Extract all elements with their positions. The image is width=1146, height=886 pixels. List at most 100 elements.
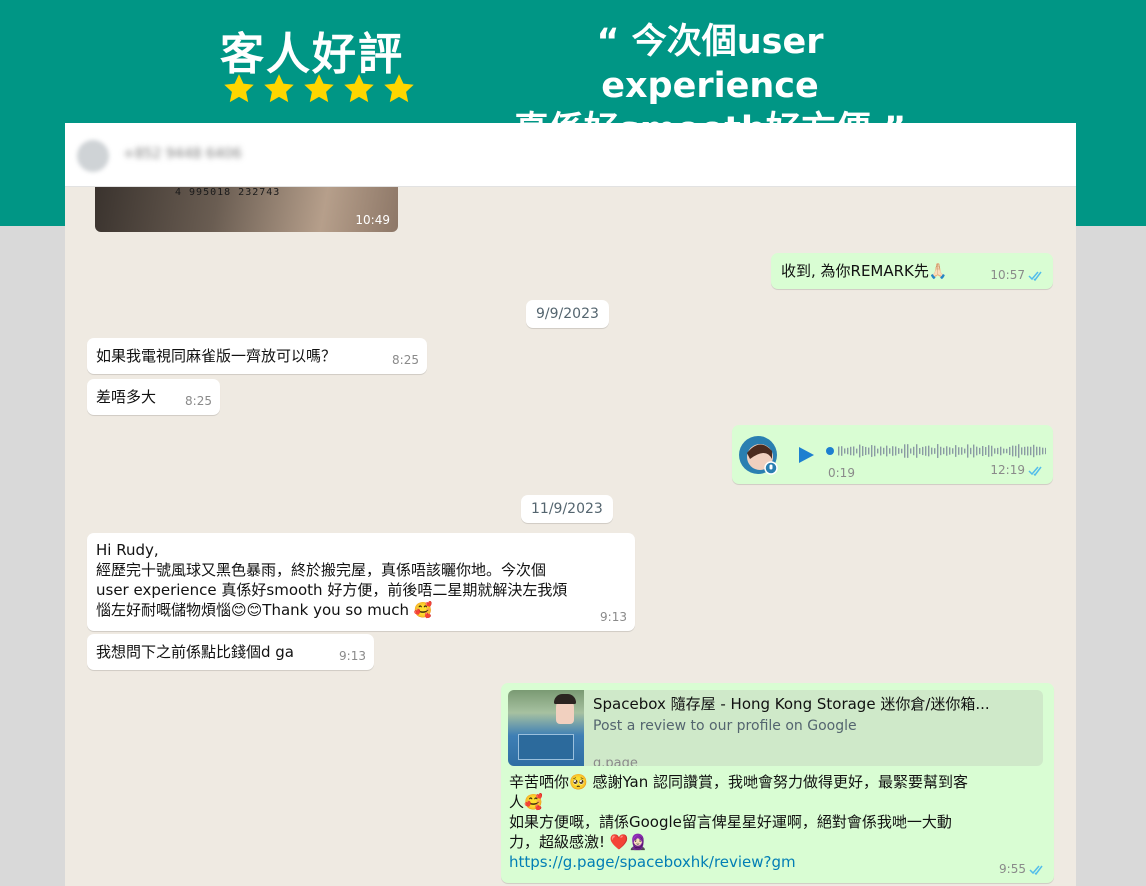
waveform-bar: [991, 445, 993, 457]
play-icon[interactable]: [796, 445, 816, 465]
message-time: 9:13: [600, 610, 627, 624]
voice-avatar-icon: [739, 436, 778, 475]
message-meta: 9:13: [339, 646, 366, 666]
waveform-bar: [892, 446, 894, 456]
waveform-bar: [862, 446, 864, 456]
quote-line: “ 今次個user experience: [596, 22, 824, 106]
message-meta: 8:25: [185, 391, 212, 411]
message-time: 9:13: [339, 649, 366, 663]
message-line: user experience 真係好smooth 好方便，前後唔二星期就解決左…: [96, 581, 568, 599]
message-time: 12:19: [990, 463, 1025, 477]
waveform-bar: [1024, 446, 1026, 456]
message-line: 如果方便嘅，請係Google留言俾星星好運啊，絕對會係我哋一大動: [509, 813, 952, 831]
review-link[interactable]: https://g.page/spaceboxhk/review?gm: [509, 852, 1049, 872]
waveform-bar: [859, 444, 861, 458]
waveform-bar: [1012, 445, 1014, 457]
link-description: Post a review to our profile on Google: [593, 718, 857, 734]
waveform-bar: [886, 445, 888, 457]
waveform-bar: [937, 444, 939, 458]
message-bubble-in[interactable]: 我想問下之前係點比錢個d ga 9:13: [87, 634, 374, 670]
star-icon: [344, 74, 374, 103]
message-time: 10:57: [990, 268, 1025, 282]
waveform-bar: [1036, 446, 1038, 456]
waveform-bar: [1045, 447, 1046, 455]
link-domain: g.page: [593, 756, 638, 766]
waveform-bar: [940, 446, 942, 456]
message-bubble-in[interactable]: 差唔多大 8:25: [87, 379, 220, 415]
waveform-bar: [1003, 448, 1005, 454]
waveform-bar: [1030, 446, 1032, 456]
waveform-bar: [868, 447, 870, 455]
message-time: 10:49: [355, 213, 390, 227]
message-meta: 10:57: [990, 265, 1045, 285]
waveform-bar: [1018, 444, 1020, 458]
waveform-bar: [901, 448, 903, 454]
message-line: 力，超級感激! ❤️🧕🏻: [509, 833, 648, 851]
message-meta: 12:19: [990, 460, 1045, 480]
waveform-bar: [898, 448, 900, 454]
message-text: 我想問下之前係點比錢個d ga: [96, 643, 295, 661]
waveform-bar: [853, 446, 855, 456]
voice-message[interactable]: 0:19 12:19: [732, 425, 1053, 484]
photo-message[interactable]: 4 995018 232743 10:49: [95, 187, 398, 232]
waveform-bar: [838, 446, 840, 456]
waveform-bar: [895, 446, 897, 456]
message-bubble-in[interactable]: 如果我電視同麻雀版一齊放可以嗎？ 8:25: [87, 338, 427, 374]
link-preview[interactable]: Spacebox 隨存屋 - Hong Kong Storage 迷你倉/迷你箱…: [508, 690, 1043, 766]
date-divider: 11/9/2023: [521, 495, 613, 523]
contact-name[interactable]: +852 9448 6406: [123, 146, 242, 162]
waveform-bar: [982, 445, 984, 457]
waveform-bar: [877, 448, 879, 454]
read-ticks-icon: [1028, 466, 1042, 476]
waveform-bar: [889, 448, 891, 454]
waveform-bar: [1021, 447, 1023, 455]
waveform-bar: [985, 446, 987, 456]
waveform-bar: [949, 447, 951, 455]
message-bubble-out[interactable]: 收到, 為你REMARK先🙏🏻 10:57: [771, 253, 1053, 289]
waveform-bar: [865, 446, 867, 456]
waveform-bar: [952, 448, 954, 454]
waveform-bar: [1033, 444, 1035, 458]
waveform-bar: [964, 448, 966, 454]
message-bubble-out[interactable]: Spacebox 隨存屋 - Hong Kong Storage 迷你倉/迷你箱…: [501, 683, 1054, 883]
message-text: 收到, 為你REMARK先🙏🏻: [781, 262, 948, 280]
chat-window[interactable]: +852 9448 6406 4 995018 232743 10:49 收到,…: [65, 123, 1076, 886]
waveform-bar: [913, 446, 915, 456]
waveform-bar: [997, 447, 999, 455]
avatar[interactable]: [77, 140, 109, 172]
waveform-bar: [961, 447, 963, 455]
waveform-bar: [994, 448, 996, 454]
waveform-bar: [883, 447, 885, 455]
waveform-bar: [844, 448, 846, 454]
message-meta: 9:13: [600, 607, 627, 627]
waveform-bar: [934, 448, 936, 454]
star-icon: [264, 74, 294, 103]
message-time: 9:55: [999, 862, 1026, 876]
waveform-bar: [1042, 447, 1044, 455]
star-icon: [224, 74, 254, 103]
waveform-bar: [1039, 446, 1041, 456]
waveform-bar: [841, 446, 843, 456]
waveform-bar: [874, 445, 876, 457]
waveform-bar: [928, 445, 930, 457]
message-bubble-in[interactable]: Hi Rudy, 經歷完十號風球又黑色暴雨，終於搬完屋，真係唔該曬你地。今次個 …: [87, 533, 635, 631]
read-ticks-icon: [1029, 865, 1043, 875]
waveform-bar: [946, 446, 948, 456]
message-meta: 9:55: [999, 859, 1046, 879]
waveform-bar: [922, 446, 924, 456]
waveform-bar: [931, 447, 933, 455]
star-icon: [384, 74, 414, 103]
link-title: Spacebox 隨存屋 - Hong Kong Storage 迷你倉/迷你箱…: [593, 695, 990, 713]
audio-waveform[interactable]: [826, 443, 1046, 459]
waveform-bar: [1009, 446, 1011, 456]
waveform-bar: [925, 446, 927, 456]
waveform-bar: [988, 445, 990, 457]
waveform-bar: [916, 444, 918, 458]
chat-header[interactable]: +852 9448 6406: [65, 123, 1076, 187]
waveform-bar: [973, 444, 975, 458]
waveform-bar: [856, 448, 858, 454]
rating-stars: [222, 72, 416, 106]
waveform-bar: [955, 445, 957, 457]
waveform-bar: [1027, 446, 1029, 456]
waveform-bar: [880, 446, 882, 456]
